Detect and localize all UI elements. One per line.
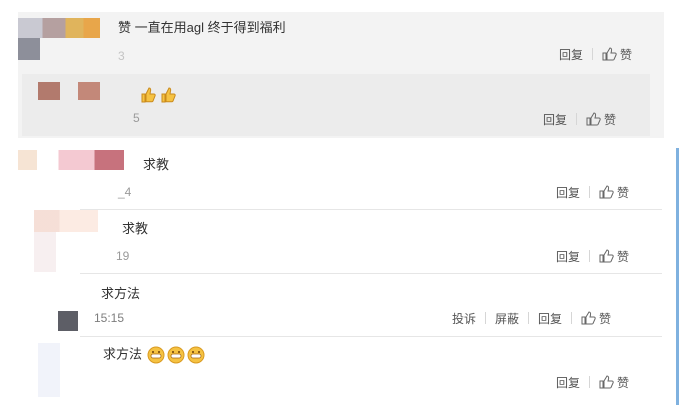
scroll-accent-bar[interactable]	[676, 148, 679, 405]
action-divider	[589, 186, 591, 198]
action-divider	[576, 113, 578, 125]
reply-button[interactable]: 回复	[538, 310, 562, 327]
thumbs-up-icon	[599, 249, 614, 263]
section-separator	[0, 140, 692, 148]
action-divider	[528, 312, 530, 324]
comment-actions: 回复 赞	[556, 374, 629, 390]
comment-text: 求方法	[103, 346, 143, 362]
like-label: 赞	[617, 375, 630, 390]
thumbs-up-icon	[599, 375, 614, 389]
like-button[interactable]: 赞	[599, 184, 629, 201]
comment-divider	[80, 336, 662, 337]
thumbs-up-icon	[586, 112, 601, 126]
comment-actions: 回复 赞	[543, 111, 616, 127]
like-label: 赞	[599, 311, 612, 326]
comment-emoji-row	[140, 86, 176, 103]
like-button[interactable]: 赞	[599, 248, 629, 265]
reply-button[interactable]: 回复	[556, 184, 580, 201]
comment-emoji-row: 求方法	[103, 346, 206, 364]
reply-button[interactable]: 回复	[543, 111, 567, 128]
pixelated-avatar	[18, 150, 124, 170]
comment-text: 求教	[143, 157, 170, 172]
thumbs-up-icon	[581, 311, 596, 325]
like-button[interactable]: 赞	[581, 310, 611, 327]
comment-actions: 回复 赞	[556, 184, 629, 200]
reply-button[interactable]: 回复	[559, 46, 583, 63]
action-divider	[592, 48, 594, 60]
thumbs-up-icon	[161, 87, 176, 103]
pixelated-avatar-lower	[34, 232, 56, 272]
action-divider	[589, 376, 591, 388]
like-label: 赞	[604, 112, 617, 127]
pixelated-avatar	[34, 210, 98, 232]
pixelated-avatar	[38, 82, 60, 100]
comment-divider	[80, 209, 662, 210]
comment-actions: 回复 赞	[559, 46, 632, 62]
like-label: 赞	[617, 185, 630, 200]
pixelated-avatar	[18, 18, 100, 38]
thumbs-up-icon	[141, 87, 156, 103]
grin-face-icon	[147, 346, 165, 364]
comment-text: 赞 一直在用agl 终于得到福利	[118, 20, 286, 35]
action-divider	[571, 312, 573, 324]
pixelated-avatar	[58, 311, 78, 331]
comment-text: 求教	[122, 221, 149, 236]
like-label: 赞	[617, 249, 630, 264]
action-divider	[589, 250, 591, 262]
report-button[interactable]: 投诉	[452, 310, 476, 327]
like-button[interactable]: 赞	[602, 46, 632, 63]
grin-face-icon	[187, 346, 205, 364]
comment-actions: 投诉 屏蔽 回复 赞	[452, 310, 611, 326]
comment-time: 19	[116, 249, 130, 263]
pixelated-avatar-lower	[18, 38, 40, 60]
like-button[interactable]: 赞	[586, 111, 616, 128]
block-button[interactable]: 屏蔽	[495, 310, 519, 327]
like-button[interactable]: 赞	[599, 374, 629, 391]
comment-time: 5	[133, 111, 140, 125]
comment-actions: 回复 赞	[556, 248, 629, 264]
reply-button[interactable]: 回复	[556, 374, 580, 391]
like-label: 赞	[620, 47, 633, 62]
comment-divider	[80, 273, 662, 274]
reply-button[interactable]: 回复	[556, 248, 580, 265]
pixelated-avatar	[78, 82, 100, 100]
action-divider	[485, 312, 487, 324]
comment-time: 15:15	[94, 311, 125, 325]
comment-time: _4	[118, 185, 132, 199]
grin-face-icon	[167, 346, 185, 364]
comment-time: 3	[118, 49, 125, 63]
comment-text: 求方法	[101, 286, 141, 301]
thumbs-up-icon	[602, 47, 617, 61]
pixelated-avatar	[38, 343, 60, 397]
thumbs-up-icon	[599, 185, 614, 199]
